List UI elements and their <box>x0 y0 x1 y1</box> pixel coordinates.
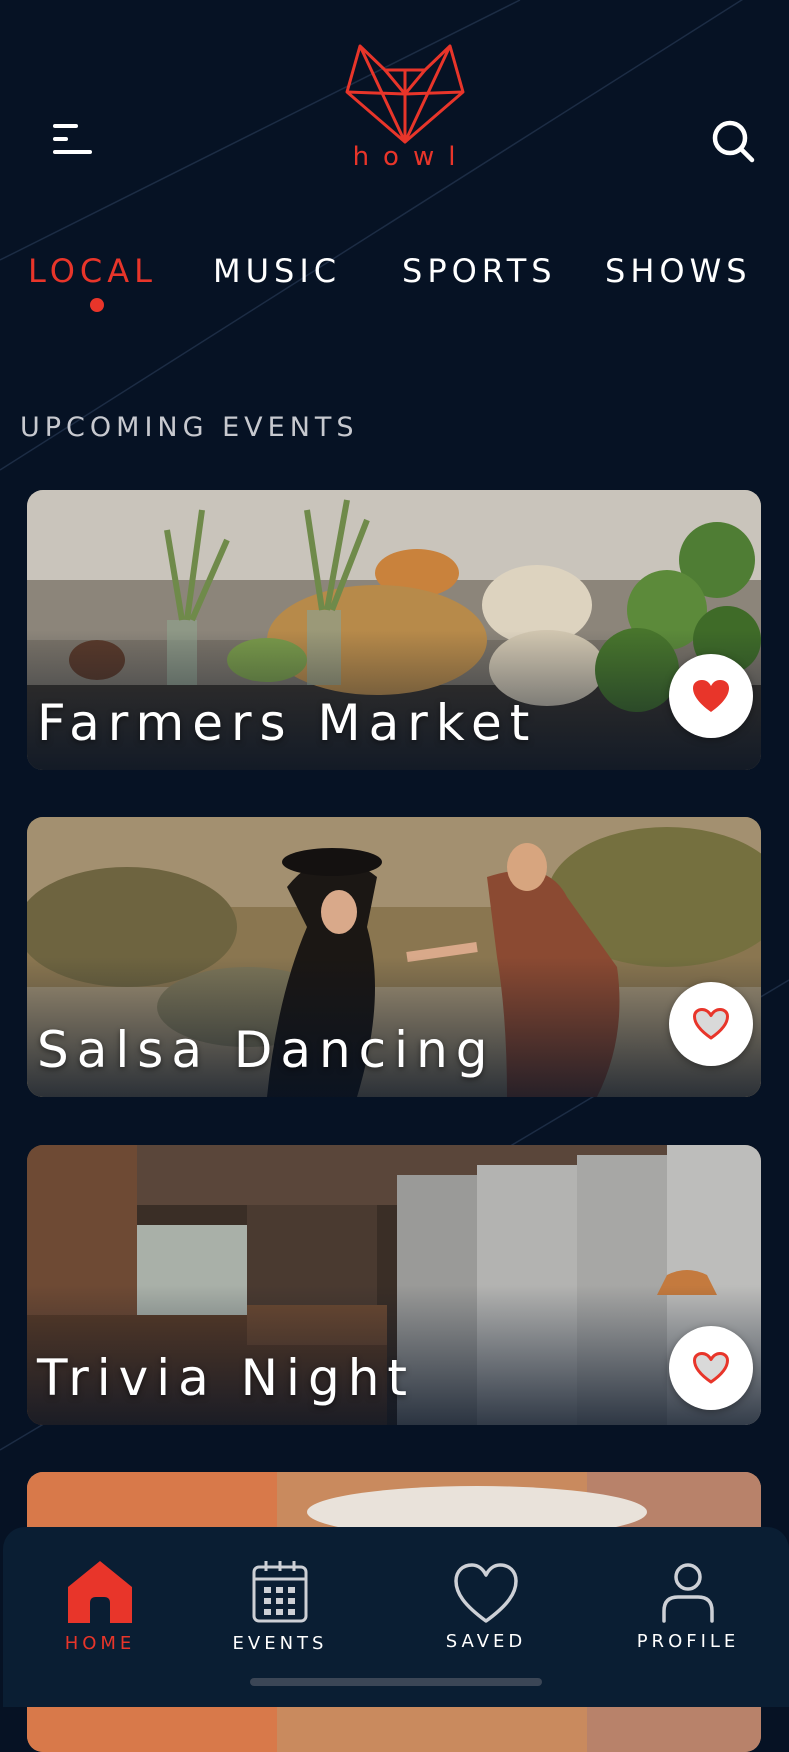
user-icon <box>662 1563 714 1623</box>
save-event-button[interactable] <box>669 654 753 738</box>
event-card-trivia-night[interactable]: Trivia Night <box>27 1145 761 1425</box>
heart-outline-icon <box>693 1352 729 1384</box>
search-button[interactable] <box>710 118 758 166</box>
event-title: Salsa Dancing <box>37 1021 496 1079</box>
event-title: Farmers Market <box>37 694 538 752</box>
heart-icon <box>454 1563 518 1623</box>
brand-name: howl <box>352 142 470 172</box>
tab-label: HOME <box>64 1633 136 1654</box>
save-event-button[interactable] <box>669 982 753 1066</box>
tab-label: SAVED <box>445 1631 527 1652</box>
event-card-farmers-market[interactable]: Farmers Market <box>27 490 761 770</box>
tab-label: PROFILE <box>636 1631 740 1652</box>
tab-profile[interactable]: PROFILE <box>613 1527 763 1677</box>
home-icon <box>68 1561 132 1623</box>
heart-outline-icon <box>693 1008 729 1040</box>
tab-home[interactable]: HOME <box>25 1527 175 1677</box>
hamburger-menu-icon <box>53 124 92 154</box>
home-indicator <box>250 1678 542 1686</box>
active-category-indicator <box>90 298 104 312</box>
event-title: Trivia Night <box>37 1349 415 1407</box>
fox-head-logo-icon <box>345 44 465 144</box>
menu-button[interactable] <box>52 122 96 158</box>
calendar-icon <box>252 1561 308 1623</box>
category-tab-sports[interactable]: SPORTS <box>402 252 557 290</box>
tab-saved[interactable]: SAVED <box>411 1527 561 1677</box>
tab-label: EVENTS <box>232 1633 328 1654</box>
heart-filled-icon <box>693 680 729 712</box>
category-tab-shows[interactable]: SHOWS <box>605 252 752 290</box>
event-card-salsa-dancing[interactable]: Salsa Dancing <box>27 817 761 1097</box>
search-icon <box>712 120 755 163</box>
app-logo: howl <box>340 40 470 175</box>
save-event-button[interactable] <box>669 1326 753 1410</box>
category-tab-music[interactable]: MUSIC <box>213 252 341 290</box>
category-tab-local[interactable]: LOCAL <box>28 252 157 290</box>
tab-events[interactable]: EVENTS <box>205 1527 355 1677</box>
section-title: UPCOMING EVENTS <box>20 412 359 443</box>
